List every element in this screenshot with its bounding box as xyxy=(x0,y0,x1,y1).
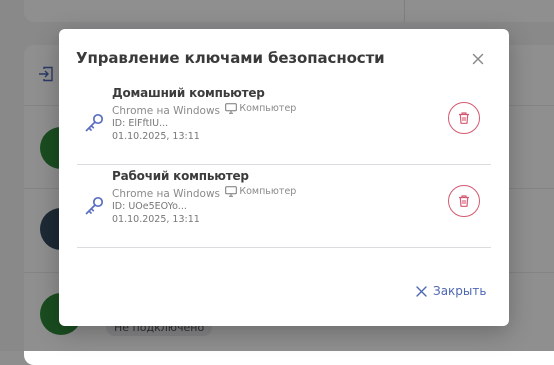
monitor-icon xyxy=(225,103,238,114)
key-name: Домашний компьютер xyxy=(112,86,265,100)
monitor-icon xyxy=(225,186,238,197)
key-device: Компьютер xyxy=(239,103,297,114)
delete-key-button[interactable] xyxy=(448,102,480,134)
key-browser: Chrome на Windows xyxy=(112,188,221,200)
key-icon xyxy=(85,196,104,215)
close-button-label: Закрыть xyxy=(433,284,487,298)
trash-icon xyxy=(459,112,469,124)
key-id: ID: UOe5EOYo... xyxy=(112,201,187,212)
trash-icon xyxy=(459,195,469,207)
list-item: Домашний компьютер Chrome на Windows Ком… xyxy=(77,83,491,165)
close-button[interactable]: Закрыть xyxy=(416,284,486,298)
close-icon[interactable] xyxy=(469,50,487,68)
key-device: Компьютер xyxy=(239,186,297,197)
key-browser: Chrome на Windows xyxy=(112,105,221,117)
dialog-title: Управление ключами безопасности xyxy=(76,49,385,67)
close-icon xyxy=(416,285,427,297)
key-icon xyxy=(85,113,104,132)
key-date: 01.10.2025, 13:11 xyxy=(112,131,200,142)
key-meta: Chrome на Windows Компьютер xyxy=(112,103,296,117)
security-keys-dialog: Управление ключами безопасности Домашний… xyxy=(59,29,509,326)
key-name: Рабочий компьютер xyxy=(112,169,249,183)
key-meta: Chrome на Windows Компьютер xyxy=(112,186,296,200)
list-item: Рабочий компьютер Chrome на Windows Комп… xyxy=(77,166,491,248)
key-id: ID: ElFftIU... xyxy=(112,118,169,129)
key-date: 01.10.2025, 13:11 xyxy=(112,214,200,225)
delete-key-button[interactable] xyxy=(448,185,480,217)
